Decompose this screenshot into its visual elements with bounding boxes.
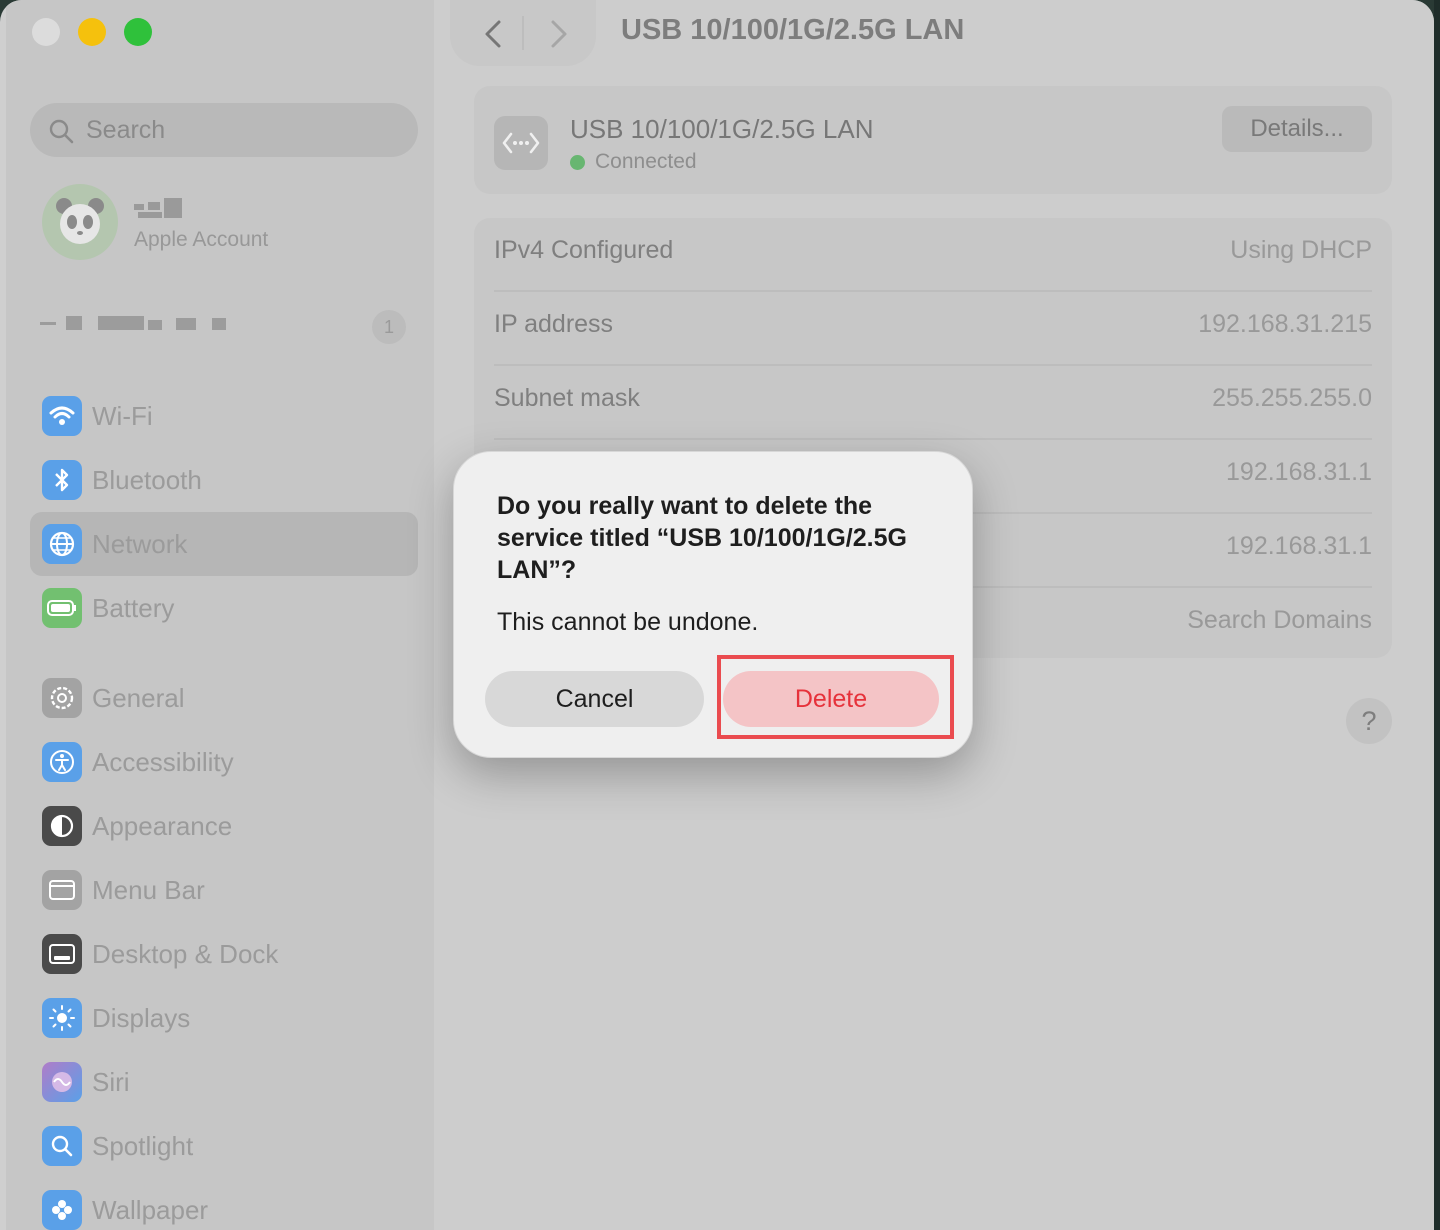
sidebar-item-spotlight[interactable]: Spotlight (30, 1114, 418, 1178)
sidebar-item-label: Battery (92, 592, 175, 623)
redacted-sidebar-row[interactable]: 1 (36, 310, 416, 344)
service-name: USB 10/100/1G/2.5G LAN (570, 114, 874, 144)
search-placeholder: Search (86, 115, 166, 144)
close-window-button[interactable] (32, 18, 60, 46)
minimize-window-button[interactable] (78, 18, 106, 46)
sidebar-item-displays[interactable]: Displays (30, 986, 418, 1050)
sun-icon (42, 998, 82, 1038)
zoom-window-button[interactable] (124, 18, 152, 46)
info-value: Search Domains (1187, 606, 1372, 634)
sidebar-item-label: Spotlight (92, 1130, 194, 1161)
sidebar-item-label: Bluetooth (92, 464, 202, 495)
info-row: Subnet mask 255.255.255.0 (494, 366, 1372, 440)
bluetooth-icon (42, 460, 82, 500)
sidebar-item-siri[interactable]: Siri (30, 1050, 418, 1114)
info-label: IPv4 Configured (494, 236, 674, 264)
accessibility-icon (42, 742, 82, 782)
dialog-message: This cannot be undone. (497, 608, 759, 636)
siri-icon (42, 1062, 82, 1102)
sidebar-item-appearance[interactable]: Appearance (30, 794, 418, 858)
search-input[interactable]: Search (30, 103, 418, 157)
ethernet-icon (494, 116, 548, 170)
details-button[interactable]: Details... (1222, 106, 1372, 152)
info-value: 255.255.255.0 (1212, 384, 1372, 412)
service-status: Connected (570, 150, 697, 174)
info-value: Using DHCP (1230, 236, 1372, 264)
sidebar-item-label: General (92, 682, 185, 713)
sidebar-item-label: Desktop & Dock (92, 938, 279, 969)
navigation-buttons (450, 0, 596, 66)
sidebar-item-desktop-dock[interactable]: Desktop & Dock (30, 922, 418, 986)
avatar (42, 184, 118, 260)
sidebar-item-wifi[interactable]: Wi-Fi (30, 384, 418, 448)
help-button[interactable]: ? (1346, 698, 1392, 744)
nav-divider (522, 16, 524, 50)
sidebar-item-label: Menu Bar (92, 874, 205, 905)
info-value: 192.168.31.1 (1226, 532, 1372, 560)
cancel-button[interactable]: Cancel (485, 671, 704, 727)
account-subtitle: Apple Account (134, 228, 269, 251)
back-chevron-icon[interactable] (474, 14, 514, 54)
account-name-redacted (134, 198, 182, 218)
info-value: 192.168.31.1 (1226, 458, 1372, 486)
info-row: IP address 192.168.31.215 (494, 292, 1372, 366)
sidebar-item-label: Siri (92, 1066, 130, 1097)
desktop-background (1434, 0, 1440, 1230)
sidebar-item-label: Wallpaper (92, 1194, 209, 1225)
magnifier-icon (42, 1126, 82, 1166)
forward-chevron-icon[interactable] (538, 14, 578, 54)
sidebar: Search Apple Account 1 Wi-Fi Bluetooth N… (6, 0, 434, 1230)
sidebar-item-bluetooth[interactable]: Bluetooth (30, 448, 418, 512)
sidebar-item-label: Accessibility (92, 746, 234, 777)
gear-icon (42, 678, 82, 718)
status-dot-icon (570, 154, 585, 170)
sidebar-item-label: Displays (92, 1002, 191, 1033)
delete-button-highlight (717, 655, 954, 739)
sidebar-item-network[interactable]: Network (30, 512, 418, 576)
info-label: Subnet mask (494, 384, 640, 412)
page-title: USB 10/100/1G/2.5G LAN (621, 14, 965, 46)
sidebar-item-menu-bar[interactable]: Menu Bar (30, 858, 418, 922)
battery-icon (42, 588, 82, 628)
flower-icon (42, 1190, 82, 1230)
sidebar-item-label: Wi-Fi (92, 400, 153, 431)
notification-badge: 1 (372, 310, 406, 344)
sidebar-item-wallpaper[interactable]: Wallpaper (30, 1178, 418, 1230)
service-header-card: USB 10/100/1G/2.5G LAN Connected Details… (474, 86, 1392, 194)
sidebar-item-accessibility[interactable]: Accessibility (30, 730, 418, 794)
info-row: IPv4 Configured Using DHCP (494, 218, 1372, 292)
dock-icon (42, 934, 82, 974)
status-text: Connected (595, 150, 697, 173)
wifi-icon (42, 396, 82, 436)
appearance-icon (42, 806, 82, 846)
globe-icon (42, 524, 82, 564)
sidebar-item-general[interactable]: General (30, 666, 418, 730)
dialog-title: Do you really want to delete the service… (497, 492, 907, 584)
info-label: IP address (494, 310, 614, 338)
menubar-icon (42, 870, 82, 910)
info-value: 192.168.31.215 (1198, 310, 1372, 338)
sidebar-item-label: Network (92, 528, 188, 559)
sidebar-item-label: Appearance (92, 810, 233, 841)
search-icon (49, 119, 74, 144)
panda-avatar-icon (56, 198, 104, 244)
sidebar-item-battery[interactable]: Battery (30, 576, 418, 640)
